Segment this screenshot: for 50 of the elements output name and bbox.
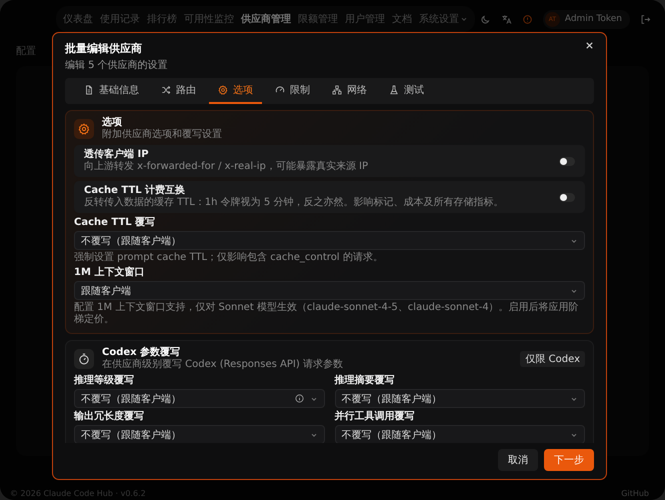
scope-badge: 仅限 Codex [520, 351, 585, 367]
settings-icon [218, 85, 228, 95]
field-label: 并行工具调用覆写 [334, 411, 416, 423]
select-dropdown[interactable]: 不覆写（跟随客户端） [334, 389, 585, 408]
alert-circle-icon[interactable] [522, 14, 533, 24]
tab[interactable]: 测试 [380, 78, 433, 104]
tab[interactable]: 路由 [152, 78, 205, 104]
flask-icon [389, 85, 399, 95]
select-dropdown[interactable]: 不覆写（跟随客户端） [334, 425, 585, 443]
modal-title: 批量编辑供应商 [65, 41, 143, 56]
file-icon [84, 85, 94, 95]
toggle-switch[interactable] [559, 192, 575, 202]
tab[interactable]: 基础信息 [75, 78, 148, 104]
close-icon[interactable] [585, 41, 594, 50]
gauge-icon [275, 85, 285, 95]
tab[interactable]: 网络 [323, 78, 376, 104]
toggle-description: 向上游转发 x-forwarded-for / x-real-ip，可能暴露真实来源 IP [84, 161, 368, 173]
section-subtitle: 附加供应商选项和覆写设置 [102, 129, 223, 141]
tab[interactable]: 限制 [266, 78, 319, 104]
translate-icon[interactable] [500, 14, 512, 24]
breadcrumb: 配置 [16, 44, 36, 58]
moon-icon[interactable] [480, 14, 491, 24]
section-title: 选项 [102, 117, 123, 128]
next-button[interactable]: 下一步 [544, 449, 594, 471]
network-icon [332, 85, 342, 95]
help-text: 强制设置 prompt cache TTL；仅影响包含 cache_control 的请求。 [74, 252, 384, 264]
select-dropdown[interactable]: 不覆写（跟随客户端） [74, 389, 324, 408]
nav-item[interactable]: 供应商管理 [238, 8, 294, 30]
tab[interactable]: 选项 [209, 78, 262, 104]
field-label: 推理等级覆写 [74, 375, 135, 387]
settings-icon [78, 123, 90, 135]
logout-icon[interactable] [640, 14, 651, 24]
modal-subtitle: 编辑 5 个供应商的设置 [65, 58, 168, 72]
toggle-title: Cache TTL 计费互换 [84, 185, 186, 196]
toggle-description: 反转传入数据的缓存 TTL：1h 令牌视为 5 分钟，反之亦然。影响标记、成本及所有存储指标。 [84, 197, 504, 209]
section-subtitle: 在供应商级别覆写 Codex (Responses API) 请求参数 [102, 359, 344, 371]
toggle-switch[interactable] [559, 156, 575, 166]
section-title: Codex 参数覆写 [102, 347, 182, 358]
field-label: 1M 上下文窗口 [74, 267, 146, 279]
field-label: Cache TTL 覆写 [74, 217, 156, 229]
field-label: 推理摘要覆写 [334, 375, 396, 387]
timer-icon [78, 353, 90, 365]
help-text: 配置 1M 上下文窗口支持，仅对 Sonnet 模型生效（claude-sonnet-4-5、claude-sonnet-4）。启用后将应用阶梯定价。 [74, 302, 580, 326]
shuffle-icon [161, 85, 171, 95]
select-dropdown[interactable]: 不覆写（跟随客户端） [74, 231, 585, 250]
cancel-button[interactable]: 取消 [498, 449, 538, 471]
field-label: 输出冗长度覆写 [74, 411, 145, 423]
select-dropdown[interactable]: 跟随客户端 [74, 281, 585, 300]
toggle-title: 透传客户端 IP [84, 149, 150, 160]
select-dropdown[interactable]: 不覆写（跟随客户端） [74, 425, 324, 443]
